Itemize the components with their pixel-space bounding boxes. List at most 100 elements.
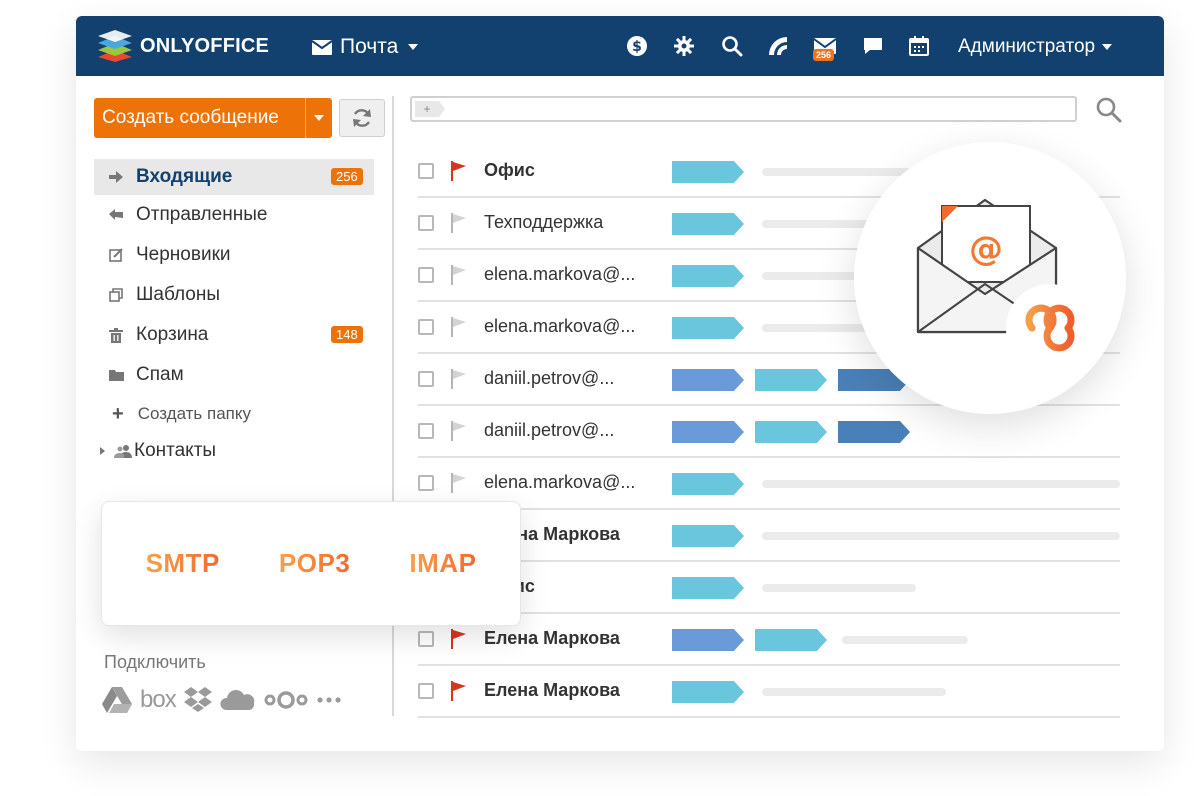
svg-text:$: $ <box>632 39 642 55</box>
unread-count-badge: 256 <box>331 168 363 185</box>
chevron-down-icon <box>408 44 419 50</box>
message-tags <box>672 265 755 287</box>
logo-text: ONLYOFFICE <box>140 34 270 57</box>
message-tags <box>672 317 755 339</box>
edit-icon <box>108 248 124 262</box>
contacts-label: Контакты <box>134 440 217 461</box>
user-name: Администратор <box>958 36 1096 57</box>
nextcloud-icon[interactable] <box>264 690 308 710</box>
flag-icon[interactable] <box>450 421 466 446</box>
tag <box>672 681 744 703</box>
tag <box>672 317 744 339</box>
refresh-icon <box>353 109 371 127</box>
people-icon <box>114 445 132 458</box>
gear-icon[interactable] <box>672 34 696 58</box>
folder-label: Входящие <box>136 166 233 187</box>
flag-icon[interactable] <box>450 369 466 394</box>
module-label: Почта <box>340 35 399 58</box>
tag <box>838 421 910 443</box>
message-sender: Елена Маркова <box>484 680 620 700</box>
create-message-label: Создать сообщение <box>102 107 279 128</box>
connect-services: box <box>102 686 342 714</box>
google-drive-icon[interactable] <box>102 687 132 713</box>
folder-sent[interactable]: Отправленные <box>94 195 374 235</box>
row-checkbox[interactable] <box>418 683 434 699</box>
flag-icon[interactable] <box>450 213 466 238</box>
filter-search-bar[interactable]: + <box>410 96 1077 122</box>
more-icon[interactable] <box>316 696 342 704</box>
row-checkbox[interactable] <box>418 319 434 335</box>
subject-placeholder <box>762 584 916 592</box>
message-row[interactable]: Офис <box>418 562 1120 614</box>
message-row[interactable]: Елена Маркова <box>418 666 1120 718</box>
message-row[interactable]: Елена Маркова <box>418 614 1120 666</box>
tag <box>672 213 744 235</box>
caret-right-icon <box>100 447 105 455</box>
contacts-section[interactable]: Контакты <box>94 433 374 469</box>
chat-icon[interactable] <box>861 34 885 58</box>
top-navigation-bar: ONLYOFFICE Почта $ 256 Администратор <box>76 16 1164 76</box>
row-checkbox[interactable] <box>418 215 434 231</box>
flag-icon[interactable] <box>450 161 466 186</box>
chevron-down-icon <box>1102 44 1113 50</box>
create-message-button[interactable]: Создать сообщение <box>94 98 332 138</box>
flag-icon[interactable] <box>450 629 466 654</box>
folder-drafts[interactable]: Черновики <box>94 235 374 275</box>
protocol-pop3: POP3 <box>278 548 351 578</box>
create-folder-link[interactable]: + Создать папку <box>94 395 374 433</box>
message-row[interactable]: Елена Маркова <box>418 510 1120 562</box>
folder-icon <box>108 369 124 381</box>
user-menu[interactable]: Администратор <box>958 36 1113 58</box>
message-tags <box>672 525 755 547</box>
flag-icon[interactable] <box>450 317 466 342</box>
tag <box>672 161 744 183</box>
feed-icon[interactable] <box>766 34 790 58</box>
folder-templates[interactable]: Шаблоны <box>94 275 374 315</box>
plus-icon: + <box>112 402 124 425</box>
folder-spam[interactable]: Спам <box>94 355 374 395</box>
arrow-right-icon <box>108 171 124 183</box>
payments-icon[interactable]: $ <box>625 34 649 58</box>
search-icon[interactable] <box>1095 96 1123 129</box>
message-tags <box>672 577 755 599</box>
envelope-icon <box>312 39 332 55</box>
tag <box>672 577 744 599</box>
tag <box>672 265 744 287</box>
row-checkbox[interactable] <box>418 631 434 647</box>
row-checkbox[interactable] <box>418 423 434 439</box>
folder-label: Спам <box>136 364 184 385</box>
calendar-icon[interactable] <box>907 34 931 58</box>
folder-inbox[interactable]: Входящие 256 <box>94 159 374 195</box>
flag-icon[interactable] <box>450 473 466 498</box>
message-row[interactable]: elena.markova@... <box>418 458 1120 510</box>
row-checkbox[interactable] <box>418 267 434 283</box>
message-sender: elena.markova@... <box>484 264 636 284</box>
dropbox-icon[interactable] <box>183 687 212 713</box>
row-checkbox[interactable] <box>418 371 434 387</box>
create-options-dropdown[interactable] <box>306 115 332 121</box>
onedrive-icon[interactable] <box>220 689 256 711</box>
protocol-imap: IMAP <box>409 548 477 578</box>
search-icon[interactable] <box>720 34 744 58</box>
tag <box>672 629 744 651</box>
module-switcher[interactable]: Почта <box>312 34 419 60</box>
box-icon[interactable]: box <box>140 686 177 714</box>
refresh-button[interactable] <box>339 99 385 137</box>
mail-count-badge: 256 <box>813 49 835 61</box>
flag-icon[interactable] <box>450 265 466 290</box>
message-sender: Офис <box>484 160 535 180</box>
flag-icon[interactable] <box>450 681 466 706</box>
trash-count-badge: 148 <box>331 326 363 343</box>
reply-icon <box>108 209 124 221</box>
logo[interactable]: ONLYOFFICE <box>98 29 274 63</box>
tag <box>672 525 744 547</box>
folder-trash[interactable]: Корзина 148 <box>94 315 374 355</box>
folder-label: Черновики <box>136 244 231 265</box>
folder-list: Входящие 256 Отправленные Черновики Шабл… <box>94 159 374 469</box>
trash-icon <box>108 327 124 343</box>
row-checkbox[interactable] <box>418 163 434 179</box>
add-filter-tag[interactable]: + <box>415 101 445 117</box>
row-checkbox[interactable] <box>418 475 434 491</box>
message-tags <box>672 629 838 651</box>
envelope-at-icon: @ <box>916 198 1094 372</box>
